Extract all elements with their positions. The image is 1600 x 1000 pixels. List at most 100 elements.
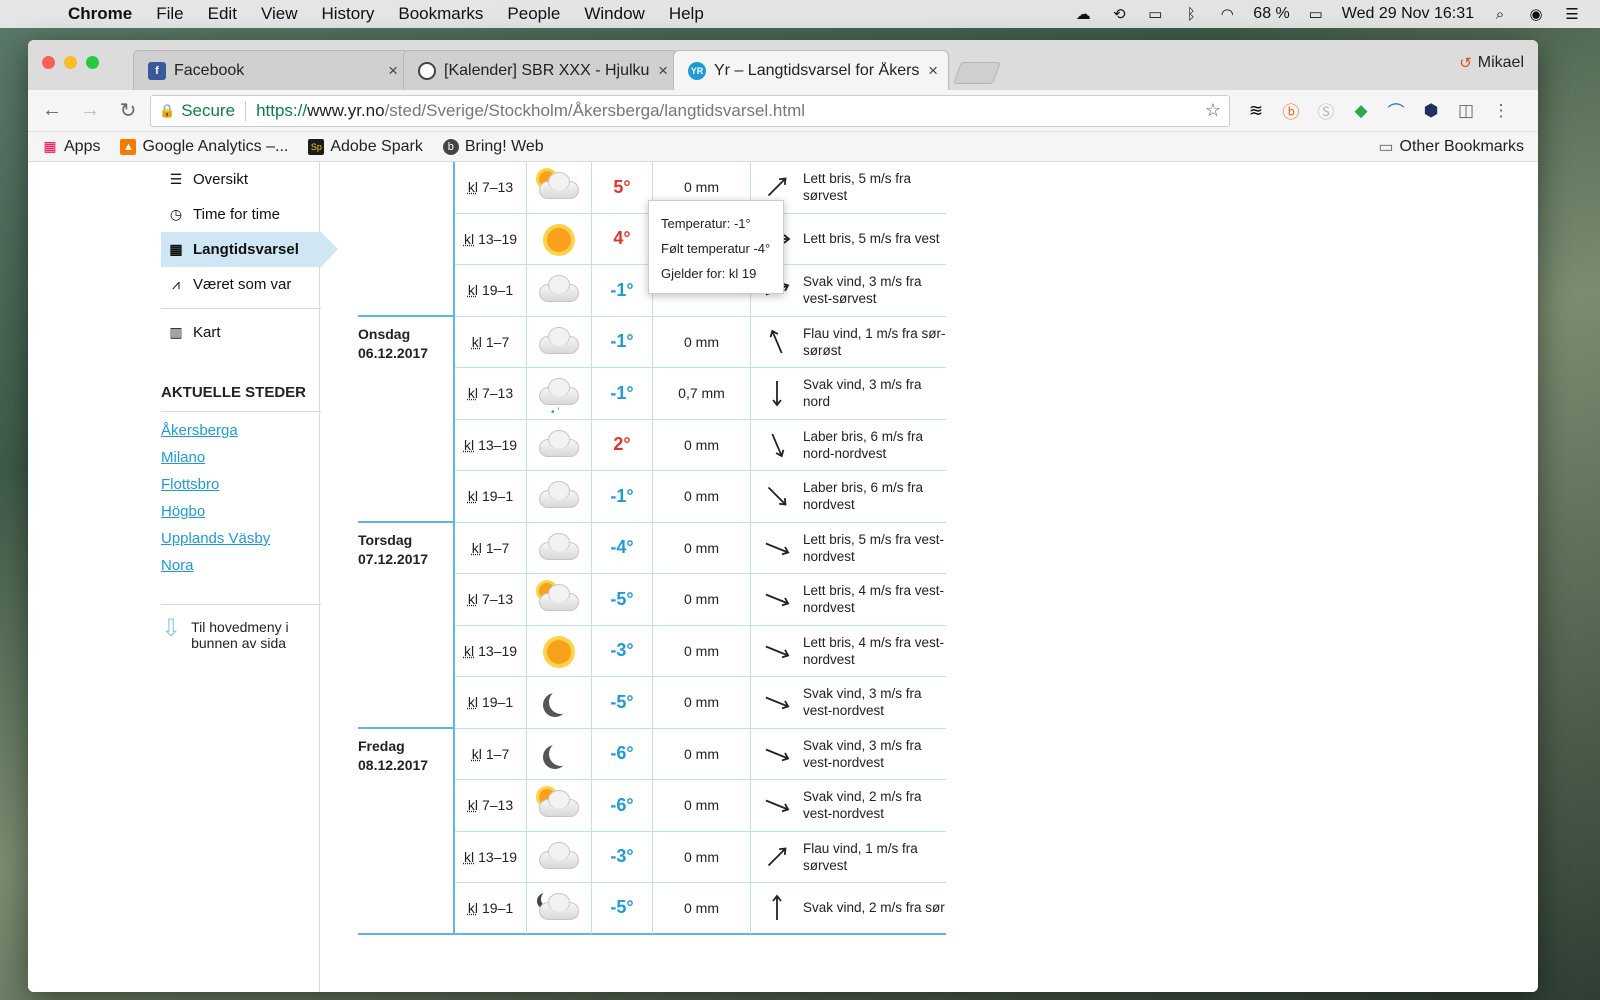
menu-people[interactable]: People: [495, 4, 572, 24]
symbol-cell[interactable]: [527, 265, 592, 317]
place-link[interactable]: Milano: [161, 449, 321, 466]
minimize-window-button[interactable]: [64, 56, 77, 69]
temperature[interactable]: 4°: [592, 213, 653, 265]
temperature[interactable]: -1°: [592, 265, 653, 317]
menu-file[interactable]: File: [144, 4, 195, 24]
temperature[interactable]: -6°: [592, 780, 653, 832]
bitly-icon[interactable]: ⓑ: [1281, 98, 1301, 123]
temperature[interactable]: -5°: [592, 677, 653, 729]
chrome-menu-icon[interactable]: ⋮: [1491, 101, 1511, 121]
time-cell: kl 19–1: [455, 471, 527, 523]
wind-arrow-cell: [751, 729, 803, 780]
zoom-window-button[interactable]: [86, 56, 99, 69]
kl-abbr: kl: [467, 591, 478, 608]
place-link[interactable]: Nora: [161, 557, 321, 574]
bluetooth-icon[interactable]: ᛒ: [1181, 5, 1201, 23]
tabs: f Facebook × [Kalender] SBR XXX - Hjulku…: [133, 50, 1002, 90]
bookmark-star-icon[interactable]: ☆: [1205, 100, 1221, 121]
other-bookmarks[interactable]: ▭ Other Bookmarks: [1378, 137, 1524, 157]
wind-arrow-icon: [762, 893, 792, 923]
back-button[interactable]: ←: [36, 99, 68, 122]
symbol-cell[interactable]: [527, 780, 592, 832]
symbol-cell[interactable]: [527, 728, 592, 780]
bookmark-google-analytics[interactable]: ▲ Google Analytics –...: [120, 138, 288, 156]
time-cell: kl 1–7: [455, 728, 527, 780]
symbol-cell[interactable]: [527, 419, 592, 471]
menu-window[interactable]: Window: [572, 4, 656, 24]
creative-cloud-icon[interactable]: ☁: [1073, 5, 1093, 23]
profile-button[interactable]: ↺ Mikael: [1459, 54, 1524, 72]
battery-icon[interactable]: ▭: [1306, 5, 1326, 23]
place-link[interactable]: Upplands Väsby: [161, 530, 321, 547]
new-tab-button[interactable]: [952, 62, 1002, 84]
temperature[interactable]: 5°: [592, 162, 653, 214]
feedly-icon[interactable]: ◆: [1351, 101, 1371, 121]
temperature[interactable]: -1°: [592, 316, 653, 368]
symbol-cell[interactable]: [527, 316, 592, 368]
close-tab-icon[interactable]: ×: [388, 61, 398, 81]
symbol-cell[interactable]: [527, 574, 592, 626]
sidebar-item-kart[interactable]: ▥ Kart: [161, 315, 321, 350]
secure-indicator[interactable]: 🔒 Secure: [159, 101, 235, 121]
place-link[interactable]: Åkersberga: [161, 422, 321, 439]
temperature[interactable]: -1°: [592, 368, 653, 420]
symbol-cell[interactable]: [527, 677, 592, 729]
symbol-cell[interactable]: [527, 883, 592, 935]
place-link[interactable]: Flottsbro: [161, 476, 321, 493]
weather-cloud-icon: [537, 324, 581, 360]
shield-icon[interactable]: ⬢: [1421, 101, 1441, 121]
skype-icon[interactable]: Ⓢ: [1316, 98, 1336, 123]
temperature[interactable]: -5°: [592, 883, 653, 935]
temperature[interactable]: -3°: [592, 625, 653, 677]
menu-app-name[interactable]: Chrome: [56, 4, 144, 24]
symbol-cell[interactable]: [527, 522, 592, 574]
menu-view[interactable]: View: [249, 4, 310, 24]
buffer-icon[interactable]: ≋: [1246, 101, 1266, 121]
time-machine-icon[interactable]: ⟲: [1109, 5, 1129, 23]
symbol-cell[interactable]: [527, 625, 592, 677]
temperature[interactable]: -1°: [592, 471, 653, 523]
symbol-cell[interactable]: [527, 213, 592, 265]
airplay-icon[interactable]: ▭: [1145, 5, 1165, 23]
temperature[interactable]: -3°: [592, 831, 653, 883]
sidebar-item-langtidsvarsel[interactable]: ▦ Langtidsvarsel: [161, 232, 338, 267]
menu-bookmarks[interactable]: Bookmarks: [386, 4, 495, 24]
to-main-menu-link[interactable]: ⇩ Til hovedmeny i bunnen av sida: [161, 604, 321, 651]
menubar-clock[interactable]: Wed 29 Nov 16:31: [1342, 5, 1474, 23]
place-link[interactable]: Högbo: [161, 503, 321, 520]
temperature[interactable]: -6°: [592, 728, 653, 780]
tab-yr[interactable]: YR Yr – Langtidsvarsel for Åkersbe ×: [673, 50, 949, 90]
symbol-cell[interactable]: [527, 471, 592, 523]
reload-button[interactable]: ↻: [112, 98, 144, 123]
symbol-cell[interactable]: • ʼ: [527, 368, 592, 420]
drive-icon[interactable]: ⌒: [1386, 98, 1406, 123]
temperature[interactable]: -5°: [592, 574, 653, 626]
tab-facebook[interactable]: f Facebook ×: [133, 50, 409, 90]
temperature[interactable]: 2°: [592, 419, 653, 471]
sidebar-item-vaeret-som-var[interactable]: ⩘ Været som var: [161, 267, 321, 302]
symbol-cell[interactable]: [527, 831, 592, 883]
menu-edit[interactable]: Edit: [196, 4, 249, 24]
forward-button[interactable]: →: [74, 99, 106, 122]
bookmark-adobe-spark[interactable]: Sp Adobe Spark: [308, 138, 423, 156]
lightbulb-icon[interactable]: ◫: [1456, 101, 1476, 121]
menu-history[interactable]: History: [309, 4, 386, 24]
kl-abbr: kl: [463, 848, 475, 865]
siri-icon[interactable]: ◉: [1526, 5, 1546, 23]
notification-center-icon[interactable]: ☰: [1562, 5, 1582, 23]
wifi-icon[interactable]: ◠: [1217, 5, 1237, 23]
temperature[interactable]: -4°: [592, 522, 653, 574]
menu-help[interactable]: Help: [657, 4, 716, 24]
close-tab-icon[interactable]: ×: [658, 61, 668, 81]
spotlight-icon[interactable]: ⌕: [1490, 5, 1510, 23]
address-bar[interactable]: 🔒 Secure https://www.yr.no/sted/Sverige/…: [150, 94, 1230, 127]
sidebar-item-oversikt[interactable]: ☰ Oversikt: [161, 162, 321, 197]
bookmark-apps[interactable]: ▦ Apps: [42, 138, 100, 156]
symbol-cell[interactable]: [527, 162, 592, 214]
bookmark-bring[interactable]: b Bring! Web: [442, 138, 544, 156]
tab-kalender[interactable]: [Kalender] SBR XXX - Hjulkul i ×: [403, 50, 679, 90]
battery-percent[interactable]: 68 %: [1253, 5, 1289, 23]
close-tab-icon[interactable]: ×: [928, 61, 938, 81]
close-window-button[interactable]: [42, 56, 55, 69]
sidebar-item-time-for-time[interactable]: ◷ Time for time: [161, 197, 321, 232]
